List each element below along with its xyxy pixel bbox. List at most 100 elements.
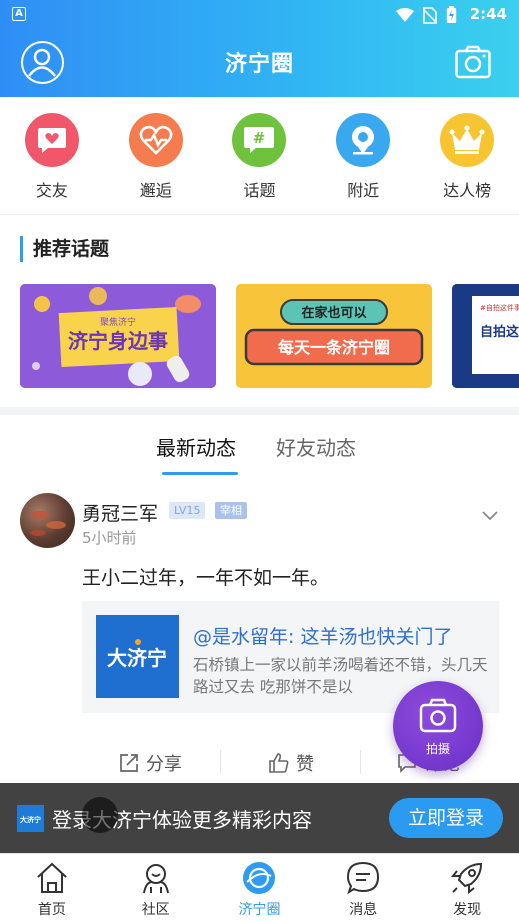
banner-art: 聚焦济宁 济宁身边事 <box>20 284 216 388</box>
chevron-down-icon <box>482 511 498 521</box>
quick-entry-nearby[interactable]: 附近 <box>311 97 415 215</box>
capture-button[interactable]: 拍摄 <box>393 681 483 771</box>
svg-text:#: # <box>253 129 266 147</box>
da-jining-logo: 大济宁 <box>17 805 44 832</box>
quick-entry-label: 交友 <box>35 181 68 200</box>
encounter-circle <box>128 113 183 167</box>
share-icon <box>120 754 138 772</box>
login-button[interactable]: 立即登录 <box>389 798 503 838</box>
quick-entry-topics[interactable]: # 话题 <box>208 97 312 215</box>
separator <box>360 750 361 774</box>
rocket-icon <box>450 862 483 895</box>
avatar-image <box>30 511 66 536</box>
hashtag-icon: # <box>244 127 275 153</box>
nav-label: 社区 <box>141 902 170 918</box>
heart-chat-icon <box>37 128 66 153</box>
nav-messages[interactable]: 消息 <box>311 854 415 922</box>
status-bar: A 2:44 <box>0 0 519 30</box>
nav-discover[interactable]: 发现 <box>415 854 519 922</box>
login-prompt-bar: 大济宁 登录大济宁体验更多精彩内容 立即登录 <box>0 783 519 853</box>
nav-community[interactable]: 社区 <box>104 854 208 922</box>
ranking-circle <box>440 113 495 167</box>
topics-circle: # <box>232 113 287 167</box>
like-button[interactable]: 赞 <box>268 750 314 776</box>
battery-icon <box>446 6 457 23</box>
topic-banner-jining[interactable]: 聚焦济宁 济宁身边事 <box>20 284 216 388</box>
shared-post-logo: 大济宁 <box>96 615 179 698</box>
quick-entry-ranking[interactable]: 达人榜 <box>415 97 519 215</box>
jining-circle-icon <box>243 862 276 894</box>
app-notification-icon: A <box>12 7 26 21</box>
banner-small-text: 在家也可以 <box>301 305 366 321</box>
banner-small-text: #自拍这件事 <box>480 303 519 312</box>
nav-label: 消息 <box>349 902 378 918</box>
status-icons <box>396 6 457 24</box>
nearby-circle <box>336 113 391 167</box>
home-icon <box>37 862 67 893</box>
topic-banner-selfie[interactable]: #自拍这件事 自拍这 万万不 <box>452 284 519 388</box>
like-label: 赞 <box>296 754 314 775</box>
camera-icon <box>455 45 491 79</box>
share-button[interactable]: 分享 <box>118 750 182 776</box>
thumbs-up-icon <box>269 753 289 773</box>
logo-text: 大济宁 <box>107 646 167 670</box>
banner-small-text: 聚焦济宁 <box>100 316 136 328</box>
level-badge: LV15 <box>169 502 206 519</box>
tab-friends[interactable]: 好友动态 <box>276 432 356 461</box>
nav-jining-circle[interactable]: 济宁圈 <box>208 854 312 922</box>
section-gap <box>0 407 519 415</box>
post-time: 5小时前 <box>82 529 137 547</box>
friends-circle <box>24 113 79 167</box>
nav-label: 济宁圈 <box>238 902 281 918</box>
nav-label: 首页 <box>37 902 66 918</box>
post-author-name[interactable]: 勇冠三军 <box>82 499 158 526</box>
camera-button[interactable] <box>455 45 491 79</box>
nav-label: 发现 <box>453 902 482 918</box>
quick-entry-friends[interactable]: 交友 <box>0 97 104 215</box>
crown-icon <box>449 125 485 154</box>
community-icon <box>142 864 169 894</box>
topic-banner-daily[interactable]: 在家也可以 每天一条济宁圈 <box>236 284 432 388</box>
login-logo: 大济宁 <box>17 805 44 832</box>
topic-banner-carousel[interactable]: 聚焦济宁 济宁身边事 在家也可以 每天一条济宁圈 #自拍这件事 自拍这 万万不 <box>20 284 519 388</box>
quick-entry-encounter[interactable]: 邂逅 <box>104 97 208 215</box>
quick-entry-label: 附近 <box>347 181 380 200</box>
share-label: 分享 <box>146 754 182 775</box>
banner-main-text: 济宁身边事 <box>68 329 168 353</box>
post-author-avatar[interactable] <box>20 493 75 548</box>
logo-text: 大济宁 <box>20 815 41 824</box>
heartbeat-icon <box>139 125 173 155</box>
post-text: 王小二过年，一年不如一年。 <box>82 567 330 589</box>
feed-tabs: 最新动态 好友动态 <box>0 428 519 476</box>
recommend-title: 推荐话题 <box>20 236 109 262</box>
overlay-dot <box>82 797 118 833</box>
tab-latest[interactable]: 最新动态 <box>156 432 236 461</box>
capture-label: 拍摄 <box>425 742 450 756</box>
location-icon <box>352 126 375 155</box>
banner-art: #自拍这件事 自拍这 万万不 <box>452 284 519 388</box>
no-sim-icon <box>423 6 437 24</box>
da-jining-logo: 大济宁 <box>96 615 179 698</box>
header: 济宁圈 <box>0 30 519 97</box>
shared-post-title[interactable]: @是水留年: 这羊汤也快关门了 <box>193 622 452 649</box>
quick-entry-label: 邂逅 <box>139 181 172 200</box>
quick-entry-row: 交友 邂逅 # 话题 附近 达人榜 <box>0 97 519 215</box>
bottom-nav: 首页 社区 济宁圈 消息 发现 <box>0 853 519 922</box>
divider <box>0 214 519 215</box>
role-badge: 宰相 <box>215 502 247 519</box>
camera-icon <box>419 698 457 733</box>
quick-entry-label: 达人榜 <box>443 181 492 200</box>
banner-art: 在家也可以 每天一条济宁圈 <box>236 284 432 388</box>
banner-main-text: 自拍这 万万不 <box>480 324 519 340</box>
quick-entry-label: 话题 <box>243 181 276 200</box>
message-icon <box>347 861 380 895</box>
post-more-button[interactable] <box>482 508 498 524</box>
banner-main-text: 每天一条济宁圈 <box>278 338 390 357</box>
status-time: 2:44 <box>469 5 507 23</box>
separator <box>220 750 221 774</box>
wifi-icon <box>396 7 414 22</box>
app-screen: A 2:44 济宁圈 交友 邂逅 # 话题 附近 达人榜 推荐话题 聚焦济宁 济… <box>0 0 519 922</box>
nav-home[interactable]: 首页 <box>0 854 104 922</box>
page-title: 济宁圈 <box>224 52 294 77</box>
tab-indicator <box>162 472 238 475</box>
